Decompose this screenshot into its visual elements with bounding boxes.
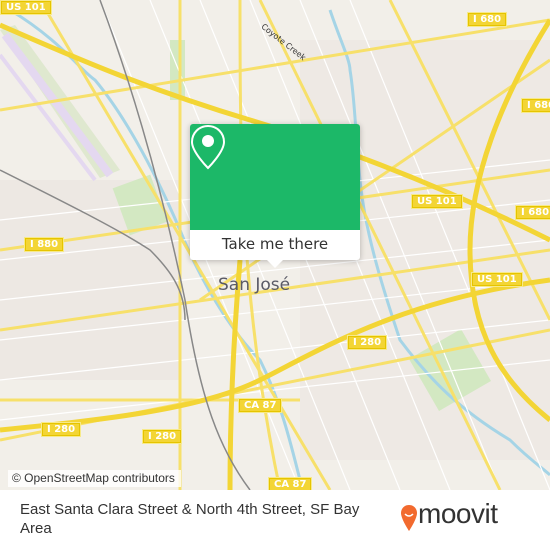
moovit-pin-icon [401, 505, 417, 531]
highway-shield-us101: US 101 [471, 272, 523, 287]
map[interactable]: Coyote Creek US 101 I 680 I 680 US 101 I… [0, 0, 550, 490]
map-attribution[interactable]: © OpenStreetMap contributors [8, 470, 181, 487]
highway-shield-i280: I 280 [41, 422, 82, 437]
highway-shield-ca87: CA 87 [268, 477, 313, 490]
highway-shield-ca87: CA 87 [238, 398, 283, 413]
highway-shield-i680: I 680 [515, 205, 550, 220]
popup-header [190, 124, 360, 230]
highway-shield-i880: I 880 [24, 237, 65, 252]
highway-shield-i680: I 680 [521, 98, 550, 113]
highway-shield-us101: US 101 [0, 0, 52, 15]
highway-shield-i280: I 280 [347, 335, 388, 350]
map-pin-icon [190, 124, 226, 170]
take-me-there-button[interactable]: Take me there [190, 230, 360, 260]
footer: East Santa Clara Street & North 4th Stre… [0, 490, 550, 550]
popup-tail [267, 260, 283, 268]
highway-shield-i680: I 680 [467, 12, 508, 27]
address-text: East Santa Clara Street & North 4th Stre… [20, 501, 360, 537]
highway-shield-us101: US 101 [411, 194, 463, 209]
city-label: San José [218, 275, 291, 295]
moovit-wordmark: moovit [418, 498, 498, 529]
destination-popup: Take me there [190, 124, 360, 268]
highway-shield-i280: I 280 [142, 429, 183, 444]
